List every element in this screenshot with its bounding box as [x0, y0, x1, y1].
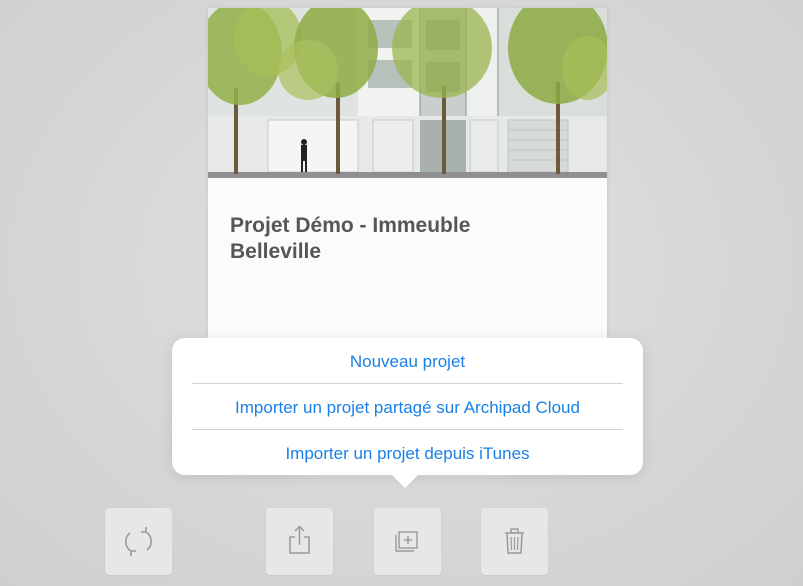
menu-item-import-itunes[interactable]: Importer un projet depuis iTunes	[192, 431, 623, 476]
menu-item-new-project[interactable]: Nouveau projet	[192, 339, 623, 384]
sync-button[interactable]	[105, 508, 172, 575]
menu-divider	[192, 383, 623, 384]
menu-divider	[192, 429, 623, 430]
delete-button[interactable]	[481, 508, 548, 575]
menu-item-import-archipad-cloud[interactable]: Importer un projet partagé sur Archipad …	[192, 385, 623, 430]
sync-icon	[105, 508, 172, 575]
add-project-button[interactable]	[374, 508, 441, 575]
popover-arrow	[391, 474, 419, 488]
add-project-icon	[374, 508, 441, 575]
share-button[interactable]	[266, 508, 333, 575]
trash-icon	[481, 508, 548, 575]
project-thumbnail	[208, 8, 607, 178]
share-icon	[266, 508, 333, 575]
project-title: Projet Démo - Immeuble Belleville	[230, 214, 471, 263]
project-card[interactable]: Projet Démo - Immeuble Belleville	[208, 8, 607, 360]
add-project-popover: Nouveau projet Importer un projet partag…	[172, 338, 643, 475]
